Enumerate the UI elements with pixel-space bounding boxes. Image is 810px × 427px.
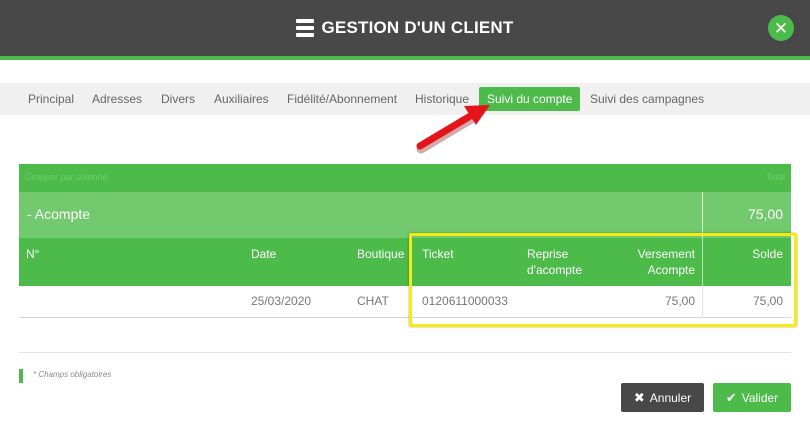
validate-button[interactable]: ✔ Valider (713, 383, 791, 412)
total-label: Total (765, 172, 785, 182)
cell-date: 25/03/2020 (251, 294, 312, 308)
tab-bar: Principal Adresses Divers Auxiliaires Fi… (0, 83, 810, 115)
close-icon[interactable]: ✕ (768, 15, 794, 41)
col-header-date[interactable]: Date (251, 246, 276, 262)
cell-boutique: CHAT (357, 294, 389, 308)
tab-fidelite-abonnement[interactable]: Fidélité/Abonnement (287, 83, 397, 115)
yellow-highlight-annotation (409, 233, 797, 327)
required-fields-note: * Champs obligatoires (33, 370, 112, 379)
column-divider (702, 192, 703, 238)
tab-divers[interactable]: Divers (161, 83, 195, 115)
footer-divider (19, 352, 791, 353)
server-stack-icon (296, 19, 315, 37)
group-by-label: Grouper par colonne (25, 172, 108, 182)
tab-auxiliaires[interactable]: Auxiliaires (214, 83, 269, 115)
col-header-num[interactable]: N° (26, 246, 39, 262)
tab-adresses[interactable]: Adresses (92, 83, 142, 115)
check-icon: ✔ (725, 389, 737, 405)
tab-principal[interactable]: Principal (28, 83, 74, 115)
close-icon: ✖ (633, 389, 645, 405)
group-by-bar: Grouper par colonne Total (19, 164, 791, 192)
col-header-boutique[interactable]: Boutique (357, 246, 404, 262)
required-marker (19, 369, 23, 383)
red-arrow-annotation (416, 105, 490, 154)
header-accent-bar (0, 56, 810, 60)
cancel-button[interactable]: ✖ Annuler (621, 383, 704, 412)
tab-suivi-des-campagnes[interactable]: Suivi des campagnes (590, 83, 704, 115)
dialog-title-wrap: GESTION D'UN CLIENT (0, 0, 810, 56)
group-label: - Acompte (27, 206, 91, 222)
collapse-toggle-icon[interactable]: - (27, 206, 32, 222)
group-row-acompte[interactable]: - Acompte 75,00 (19, 192, 791, 238)
dialog-title: GESTION D'UN CLIENT (321, 18, 514, 37)
group-total: 75,00 (747, 206, 783, 222)
